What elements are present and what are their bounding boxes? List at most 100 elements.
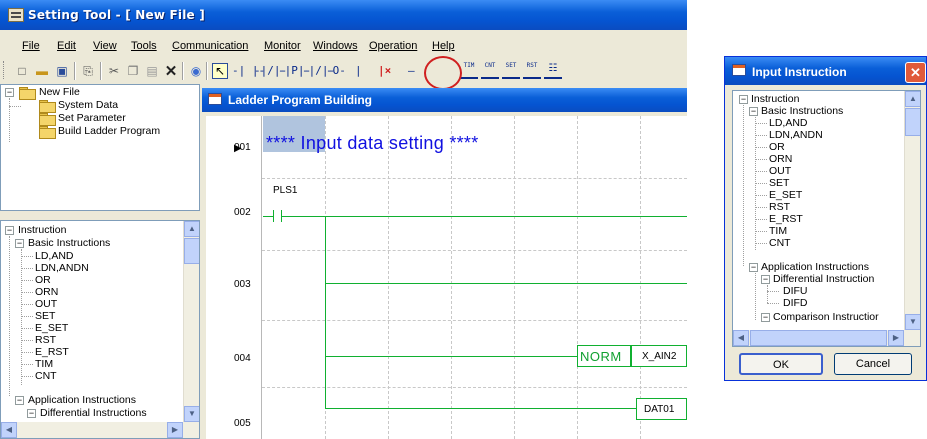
tree-line [755,219,767,220]
row-number: 003 [234,279,251,290]
menu-operation[interactable]: Operation [369,40,417,52]
project-tree: − New File System Data Set Parameter Bui… [0,84,200,211]
grid-line [262,178,687,179]
tree-differential-instructions[interactable]: Differential Instructions [40,407,147,420]
scroll-down-icon[interactable]: ▼ [905,314,920,330]
collapse-icon[interactable]: − [749,107,758,116]
collapse-icon[interactable]: − [15,396,24,405]
scroll-right-icon[interactable]: ▶ [888,330,904,346]
row-number: 004 [234,353,251,364]
folder-icon [19,87,36,100]
tree-line [755,207,767,208]
tree-item-set-parameter[interactable]: Set Parameter [58,112,126,125]
tree-line [755,147,767,148]
scroll-left-icon[interactable]: ◀ [733,330,749,346]
tree-root-label[interactable]: New File [39,86,80,99]
dialog-title-bar[interactable]: Input Instruction ✕ [725,57,926,85]
collapse-icon[interactable]: − [761,275,770,284]
cancel-button[interactable]: Cancel [834,353,912,375]
ladder-title-bar[interactable]: Ladder Program Building [202,88,687,112]
rung-comment[interactable]: **** Input data setting **** [266,133,479,154]
output-argument-text: DAT01 [644,404,675,415]
scroll-left-icon[interactable]: ◀ [1,422,17,438]
menu-bar: File Edit View Tools Communication Monit… [0,38,687,56]
scroll-up-icon[interactable]: ▲ [905,91,920,107]
collapse-icon[interactable]: − [761,313,770,322]
folder-icon [39,100,56,113]
scroll-up-icon[interactable]: ▲ [184,221,199,237]
horizontal-scrollbar[interactable]: ◀ ▶ [1,422,199,438]
scroll-thumb[interactable] [750,330,887,346]
tree-line [755,159,767,160]
menu-help[interactable]: Help [432,40,455,52]
new-file-icon[interactable]: □ [14,63,30,79]
collapse-icon[interactable]: − [739,95,748,104]
ladder-wire [325,216,326,409]
paste-icon[interactable]: ▤ [144,63,160,79]
scroll-right-icon[interactable]: ▶ [167,422,183,438]
menu-tools[interactable]: Tools [131,40,157,52]
tree-line [767,285,768,303]
compile-icon[interactable]: ◉ [188,63,204,79]
toolbar-grip[interactable] [3,61,6,79]
vertical-scrollbar[interactable]: ▲ ▼ [183,221,199,422]
scroll-thumb[interactable] [905,108,920,136]
horizontal-scrollbar[interactable]: ◀ ▶ [733,330,920,346]
menu-view[interactable]: View [93,40,117,52]
delete-icon[interactable]: ✕ [163,63,179,79]
input-instruction-dialog: Input Instruction ✕ − Instruction − Basi… [724,56,927,381]
vertical-scrollbar[interactable]: ▲ ▼ [904,91,920,330]
tree-item-build-ladder[interactable]: Build Ladder Program [58,125,160,138]
dialog-tree-comparison[interactable]: Comparison Instructior [773,311,879,324]
print-icon[interactable]: ⎘ [80,63,96,79]
tree-item[interactable]: CNT [35,370,57,383]
collapse-icon[interactable]: − [5,226,14,235]
tree-line [9,98,10,142]
cut-icon[interactable]: ✂ [106,63,122,79]
tree-item[interactable]: CNT [769,237,791,250]
delete-line-icon[interactable]: |× [378,63,391,79]
open-folder-icon[interactable]: ▬ [34,63,50,79]
collapse-icon[interactable]: − [5,88,14,97]
tree-basic-instructions[interactable]: Basic Instructions [28,237,110,250]
close-icon[interactable]: ✕ [905,62,926,83]
contact-symbol[interactable] [273,210,274,222]
special-instruction-icon[interactable]: ☷ [544,62,562,79]
coil-icon[interactable]: -O- [326,63,346,79]
menu-windows[interactable]: Windows [313,40,358,52]
ok-button[interactable]: OK [739,353,823,375]
tree-line [21,280,33,281]
app-icon [8,8,24,22]
pointer-icon[interactable]: ↖ [212,63,228,79]
scroll-thumb[interactable] [184,238,199,264]
ladder-canvas[interactable]: ▶ 001 002 003 004 005 **** Input data se… [206,116,687,439]
horizontal-line-icon[interactable]: — [408,63,415,79]
menu-communication[interactable]: Communication [172,40,248,52]
menu-edit[interactable]: Edit [57,40,76,52]
timer-icon[interactable]: TIM [460,62,478,79]
set-icon[interactable]: SET [502,62,520,79]
title-bar[interactable]: Setting Tool - [ New File ] [0,0,687,30]
collapse-icon[interactable]: − [749,263,758,272]
copy-icon[interactable]: ❐ [125,63,141,79]
highlight-circle [424,56,462,90]
vertical-line-icon[interactable]: | [355,63,362,79]
counter-icon[interactable]: CNT [481,62,499,79]
tree-line [755,135,767,136]
scroll-down-icon[interactable]: ▼ [184,406,199,422]
collapse-icon[interactable]: − [27,409,36,418]
ladder-wire [325,283,687,284]
function-argument-text: X_AIN2 [642,351,677,362]
tree-line [21,364,33,365]
tree-line [21,316,33,317]
tree-application-instructions[interactable]: Application Instructions [28,394,136,407]
reset-icon[interactable]: RST [523,62,541,79]
dialog-tree-item[interactable]: DIFD [783,297,808,310]
collapse-icon[interactable]: − [15,239,24,248]
save-icon[interactable]: ▣ [54,63,70,79]
tree-item-system-data[interactable]: System Data [58,99,118,112]
menu-monitor[interactable]: Monitor [264,40,301,52]
tree-instruction-root[interactable]: Instruction [18,224,66,237]
menu-file[interactable]: File [22,40,40,52]
contact-label: PLS1 [273,185,298,196]
